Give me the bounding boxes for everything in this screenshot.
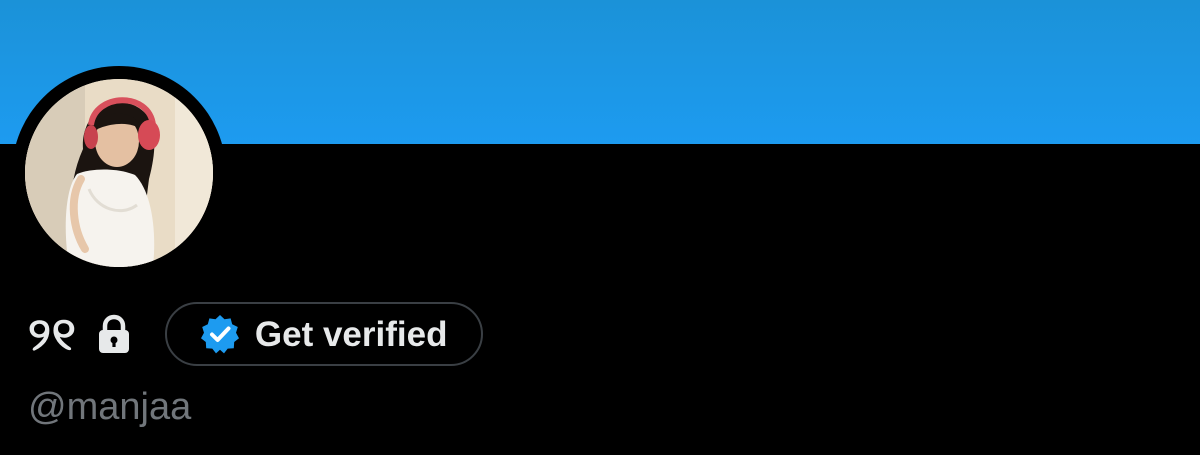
profile-header: ୨୧ Get verified @manjaa [0,0,1200,455]
get-verified-button[interactable]: Get verified [164,302,484,366]
display-name: ୨୧ [28,308,77,360]
avatar[interactable] [25,79,213,267]
avatar-ring [12,66,226,280]
user-handle: @manjaa [28,386,192,428]
lock-icon [95,314,133,354]
get-verified-label: Get verified [254,314,448,354]
name-row: ୨୧ Get verified [28,300,484,368]
verified-badge-icon [199,313,241,355]
avatar-photo [25,79,213,267]
